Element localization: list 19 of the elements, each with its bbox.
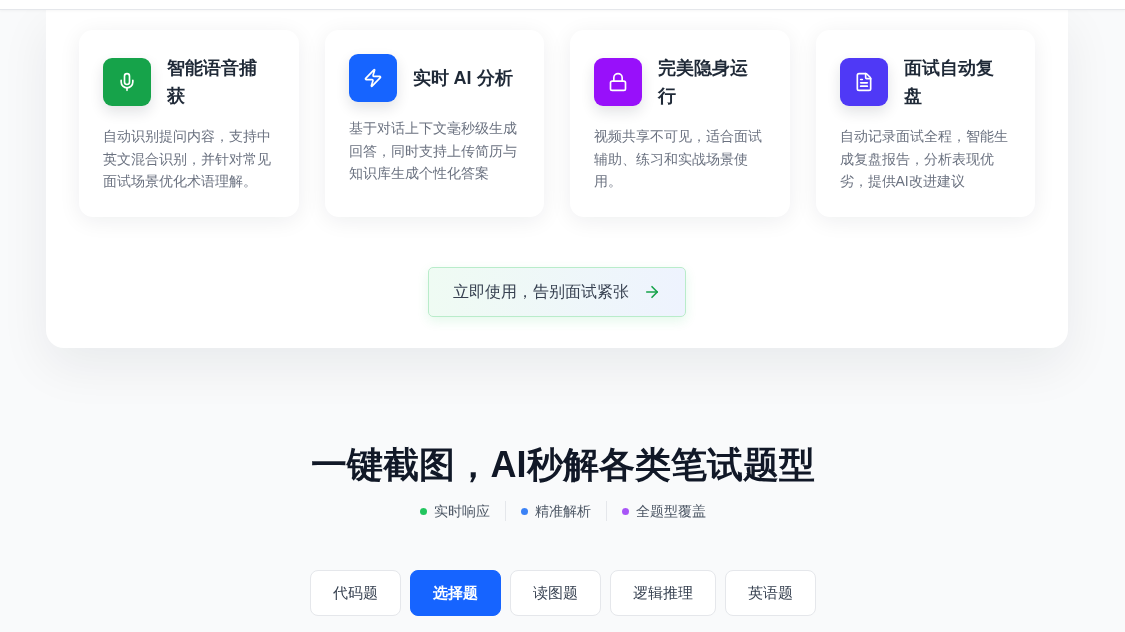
question-type-tab[interactable]: 逻辑推理 [609,570,716,616]
feature-description: 基于对话上下文毫秒级生成回答，同时支持上传简历与知识库生成个性化答案 [348,119,518,183]
question-type-tab[interactable]: 代码题 [309,570,401,616]
highlight-label: 精准解析 [534,502,591,521]
section-heading: 一键截图，AI秒解各类笔试题型 [310,443,815,487]
start-button[interactable]: 立即使用，告别面试紧张 [428,267,686,317]
feature-title: 完美隐身运行 [658,57,749,108]
highlight-label: 实时响应 [433,502,490,521]
question-type-tab[interactable]: 读图题 [509,570,601,616]
feature-description: 视频共享不可见，适合面试辅助、练习和实战场景使用。 [594,127,763,191]
feature-title: 面试自动复盘 [903,57,995,108]
arrow-right-icon [643,283,661,301]
feature-title: 实时 AI 分析 [412,67,514,90]
feature-description: 自动识别提问内容，支持中英文混合识别，并针对常见面试场景优化术语理解。 [103,127,272,191]
feature-title: 智能语音捕获 [167,57,258,108]
question-type-tab[interactable]: 英语题 [724,570,816,616]
highlight-label: 全题型覆盖 [635,502,706,521]
question-type-tab[interactable]: 选择题 [409,570,501,616]
feature-description: 自动记录面试全程，智能生成复盘报告，分析表现优劣，提供AI改进建议 [839,127,1009,191]
